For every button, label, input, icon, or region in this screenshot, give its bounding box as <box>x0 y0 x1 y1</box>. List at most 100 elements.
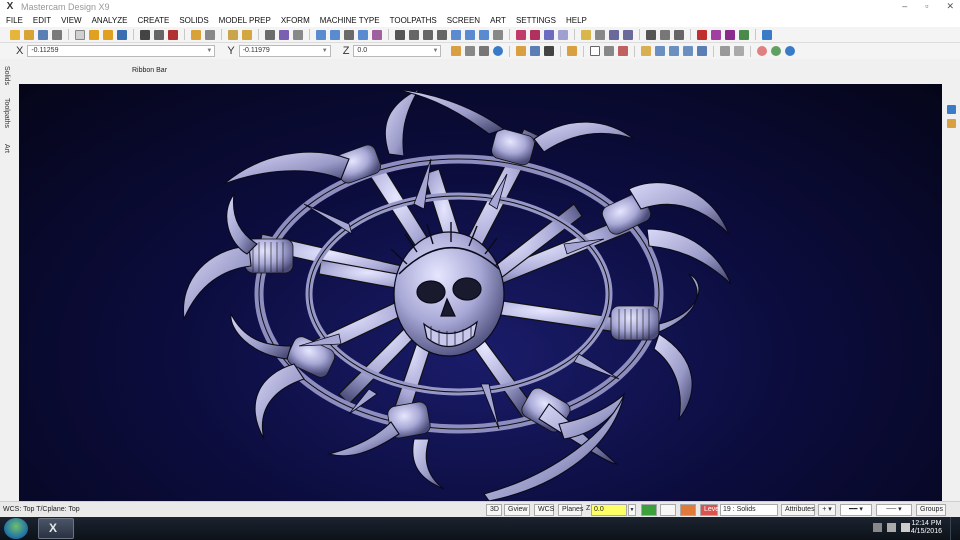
groups-button[interactable]: Groups <box>916 504 946 516</box>
snap-icon[interactable] <box>465 46 476 56</box>
color-orange-button[interactable] <box>680 504 696 516</box>
color-gray-button[interactable] <box>660 504 676 516</box>
trim-icon[interactable] <box>265 29 275 40</box>
system-clock[interactable]: 12:14 PM 4/15/2016 <box>911 520 942 536</box>
new-document-icon[interactable] <box>75 29 85 40</box>
tray-arrow-icon[interactable] <box>873 523 882 532</box>
xform-scale-icon[interactable] <box>372 29 382 40</box>
circle-icon[interactable] <box>423 29 433 40</box>
level-manager-icon[interactable] <box>947 119 956 128</box>
tab-toolpaths[interactable]: Toolpaths <box>3 98 10 128</box>
options-icon[interactable] <box>762 29 772 40</box>
loft-icon[interactable] <box>544 29 554 40</box>
revolve-icon[interactable] <box>558 29 568 40</box>
minimize-button[interactable]: – <box>902 0 907 13</box>
close-button[interactable]: ✕ <box>946 0 954 13</box>
add-icon[interactable] <box>739 29 749 40</box>
hide-icon[interactable] <box>205 29 215 40</box>
settings-icon[interactable] <box>242 29 252 40</box>
ruled-surface-icon[interactable] <box>530 29 540 40</box>
rectangle-icon[interactable] <box>465 29 475 40</box>
chevron-down-icon[interactable]: ▼ <box>206 46 212 56</box>
point-style-dropdown[interactable]: + ▾ <box>818 504 836 516</box>
solids-menu-icon[interactable] <box>493 29 503 40</box>
level-button[interactable]: Level <box>700 504 721 516</box>
edge-select-icon[interactable] <box>669 46 680 56</box>
attributes-button[interactable]: Attributes <box>781 504 815 516</box>
level-field[interactable]: 19 : Solids <box>720 504 778 516</box>
layers-icon[interactable] <box>646 29 656 40</box>
color-green-button[interactable] <box>641 504 657 516</box>
btn-3d[interactable]: 3D <box>486 504 502 516</box>
refresh-icon[interactable] <box>544 46 555 56</box>
break-icon[interactable] <box>279 29 289 40</box>
view-manager-icon[interactable] <box>947 105 956 114</box>
menu-create[interactable]: CREATE <box>137 16 169 25</box>
new-file-icon[interactable] <box>10 29 20 40</box>
screen-settings-icon[interactable] <box>674 29 684 40</box>
menu-solids[interactable]: SOLIDS <box>179 16 208 25</box>
snap-settings-icon[interactable] <box>479 46 490 56</box>
menu-settings[interactable]: SETTINGS <box>516 16 556 25</box>
z-depth-field[interactable]: 0.0 <box>591 504 627 516</box>
menu-model-prep[interactable]: MODEL PREP <box>219 16 271 25</box>
save-icon[interactable] <box>38 29 48 40</box>
print-icon[interactable] <box>52 29 62 40</box>
line-style-dropdown[interactable]: ━━ ▾ <box>840 504 872 516</box>
line-width-dropdown[interactable]: ── ▾ <box>876 504 912 516</box>
verify-icon[interactable] <box>697 46 708 56</box>
show-desktop-button[interactable] <box>950 517 960 540</box>
volume-icon[interactable] <box>901 523 910 532</box>
copy-icon[interactable] <box>103 29 113 40</box>
face-select-icon[interactable] <box>655 46 666 56</box>
open-file-icon[interactable] <box>24 29 34 40</box>
btn-wcs[interactable]: WCS <box>534 504 554 516</box>
menu-screen[interactable]: SCREEN <box>447 16 480 25</box>
z-dropdown[interactable]: ▼ <box>628 504 636 516</box>
solid-select-icon[interactable] <box>641 46 652 56</box>
tab-art[interactable]: Art <box>3 144 10 153</box>
menu-analyze[interactable]: ANALYZE <box>92 16 128 25</box>
menu-help[interactable]: HELP <box>566 16 587 25</box>
analyze-icon[interactable] <box>140 29 150 40</box>
network-icon[interactable] <box>887 523 896 532</box>
surface-icon[interactable] <box>516 29 526 40</box>
mask-icon[interactable] <box>720 46 731 56</box>
menu-view[interactable]: VIEW <box>61 16 81 25</box>
link-icon[interactable] <box>451 29 461 40</box>
tab-solids[interactable]: Solids <box>3 66 10 85</box>
gear-icon[interactable] <box>725 29 735 40</box>
y-coord-field[interactable]: -0.11979 ▼ <box>238 45 331 57</box>
menu-file[interactable]: FILE <box>6 16 23 25</box>
windows-start-button[interactable] <box>4 518 28 539</box>
xform-translate-icon[interactable] <box>316 29 326 40</box>
grid-icon[interactable] <box>567 46 578 56</box>
select-icon[interactable] <box>516 46 527 56</box>
fillet-icon[interactable] <box>479 29 489 40</box>
chevron-down-icon[interactable]: ▼ <box>432 46 438 56</box>
levels-icon[interactable] <box>660 29 670 40</box>
menu-machine-type[interactable]: MACHINE TYPE <box>320 16 380 25</box>
x-coord-field[interactable]: -0.11259 ▼ <box>27 45 216 57</box>
body-select-icon[interactable] <box>683 46 694 56</box>
help-icon[interactable] <box>493 46 504 56</box>
fast-point-icon[interactable] <box>451 46 462 56</box>
chevron-down-icon[interactable]: ▼ <box>322 46 328 56</box>
art-purple-icon[interactable] <box>711 29 721 40</box>
go-icon[interactable] <box>771 46 782 56</box>
xform-mirror-icon[interactable] <box>358 29 368 40</box>
cut-icon[interactable] <box>89 29 99 40</box>
paste-icon[interactable] <box>117 29 127 40</box>
menu-xform[interactable]: XFORM <box>281 16 310 25</box>
art-red-icon[interactable] <box>697 29 707 40</box>
window-select-icon[interactable] <box>590 46 601 56</box>
xform-offset-icon[interactable] <box>344 29 354 40</box>
btn-gview[interactable]: Gview <box>504 504 530 516</box>
select-all-icon[interactable] <box>530 46 541 56</box>
delete-icon[interactable] <box>154 29 164 40</box>
xform-rotate-icon[interactable] <box>330 29 340 40</box>
shade-icon[interactable] <box>581 29 591 40</box>
point-icon[interactable] <box>395 29 405 40</box>
graphics-viewport[interactable] <box>19 84 942 501</box>
line-icon[interactable] <box>409 29 419 40</box>
